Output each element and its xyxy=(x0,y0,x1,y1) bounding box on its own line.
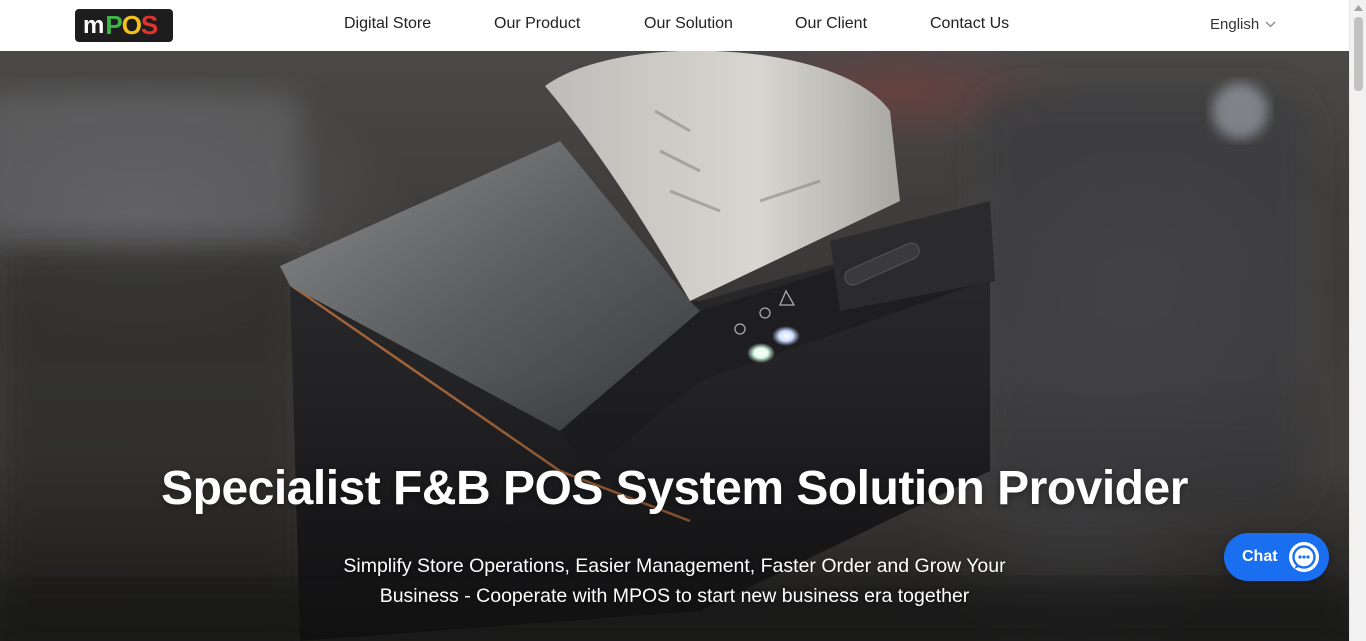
nav-contact-us[interactable]: Contact Us xyxy=(930,15,1009,33)
logo-m-icon: m xyxy=(83,11,104,39)
nav-our-product[interactable]: Our Product xyxy=(494,15,580,33)
hero-title: Specialist F&B POS System Solution Provi… xyxy=(161,462,1188,515)
hero-subtitle: Simplify Store Operations, Easier Manage… xyxy=(300,551,1049,611)
page-scrollbar[interactable] xyxy=(1349,0,1366,641)
nav-digital-store[interactable]: Digital Store xyxy=(344,15,431,33)
hero-banner: Specialist F&B POS System Solution Provi… xyxy=(0,51,1349,641)
chevron-down-icon xyxy=(1265,21,1276,28)
chat-bubble-icon xyxy=(1289,542,1319,572)
chat-label: Chat xyxy=(1242,548,1278,565)
language-selector[interactable]: English xyxy=(1210,16,1276,33)
language-label: English xyxy=(1210,16,1260,33)
nav-our-client[interactable]: Our Client xyxy=(795,15,867,33)
chat-button[interactable]: Chat xyxy=(1224,533,1329,581)
scroll-up-icon[interactable] xyxy=(1354,5,1363,11)
top-navbar: m POS Digital Store Our Product Our Solu… xyxy=(0,0,1349,51)
logo-text: POS xyxy=(105,10,158,40)
hero-subtitle-line2: Business - Cooperate with MPOS to start … xyxy=(379,585,970,607)
nav-our-solution[interactable]: Our Solution xyxy=(644,15,733,33)
scrollbar-thumb[interactable] xyxy=(1354,17,1363,91)
hero-subtitle-line1: Simplify Store Operations, Easier Manage… xyxy=(343,555,1006,577)
mpos-logo[interactable]: m POS xyxy=(75,9,173,42)
